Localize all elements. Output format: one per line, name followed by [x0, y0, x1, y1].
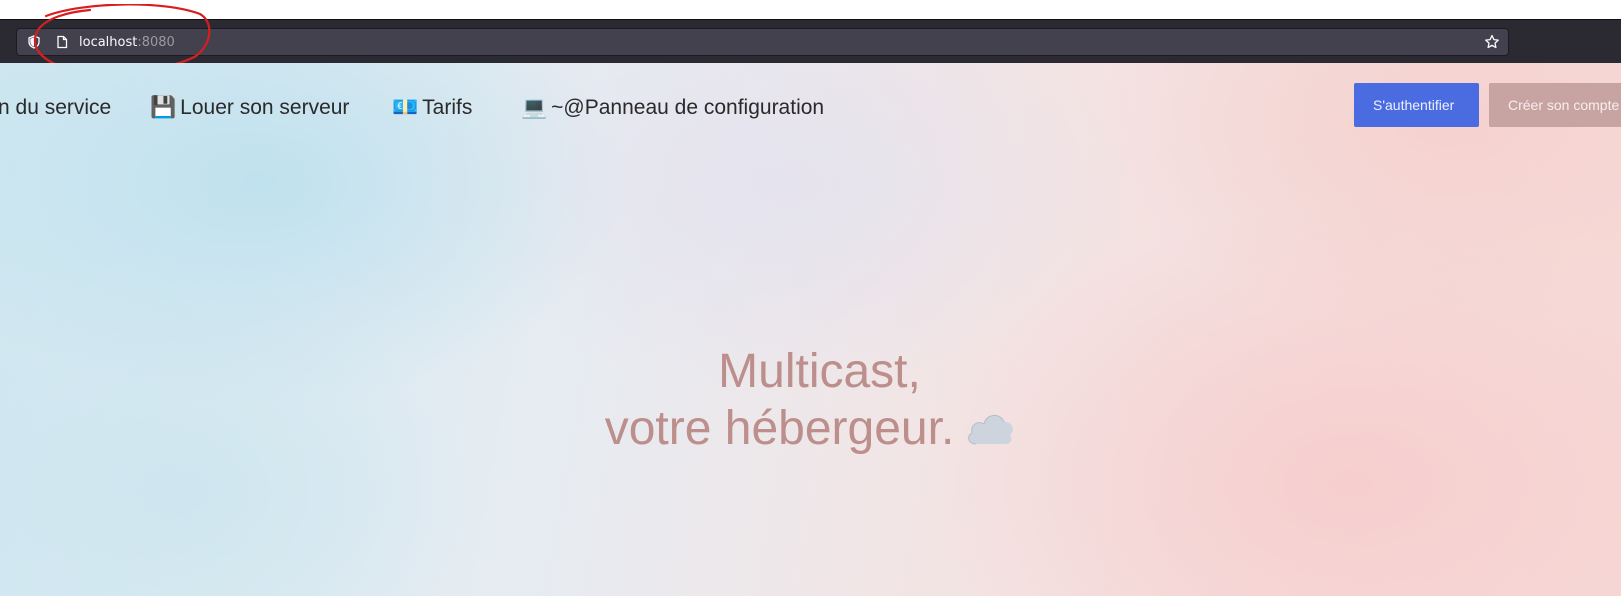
url-text[interactable]: localhost:8080 — [79, 35, 175, 51]
signup-button[interactable]: Créer son compte — [1489, 83, 1621, 127]
nav-item-service[interactable]: n du service — [0, 95, 111, 121]
window-top-strip — [0, 0, 1621, 19]
hero-heading: Multicast, votre hébergeur. — [0, 343, 1621, 457]
star-icon[interactable] — [1484, 34, 1500, 50]
euro-banknote-icon: 💶 — [392, 96, 419, 119]
hero-line-1: Multicast, — [718, 345, 921, 398]
cloud-icon — [968, 415, 1014, 445]
laptop-icon: 💻 — [521, 96, 548, 119]
hero-line-2: votre hébergeur. — [0, 400, 1621, 457]
login-button[interactable]: S'authentifier — [1354, 83, 1479, 127]
floppy-disk-icon: 💾 — [150, 96, 177, 119]
nav-item-tarifs[interactable]: 💶 Tarifs — [392, 95, 472, 121]
nav-item-service-label: n du service — [0, 96, 112, 119]
nav-item-louer[interactable]: 💾 Louer son serveur — [150, 95, 349, 121]
page-viewport: n du service 💾 Louer son serveur 💶 Tarifs … — [0, 63, 1621, 596]
nav-item-panneau-label: ~@Panneau de configuration — [551, 96, 825, 119]
nav-item-tarifs-label: Tarifs — [422, 96, 473, 119]
shield-icon[interactable] — [27, 35, 41, 49]
nav-item-louer-label: Louer son serveur — [180, 96, 350, 119]
url-host: localhost — [79, 35, 138, 50]
page-icon — [57, 35, 68, 49]
hero-line-2-text: votre hébergeur. — [604, 402, 955, 455]
nav-item-panneau[interactable]: 💻 ~@Panneau de configuration — [521, 95, 824, 121]
browser-toolbar: localhost:8080 — [0, 19, 1621, 64]
address-bar[interactable]: localhost:8080 — [16, 28, 1509, 56]
url-port: :8080 — [137, 35, 175, 50]
